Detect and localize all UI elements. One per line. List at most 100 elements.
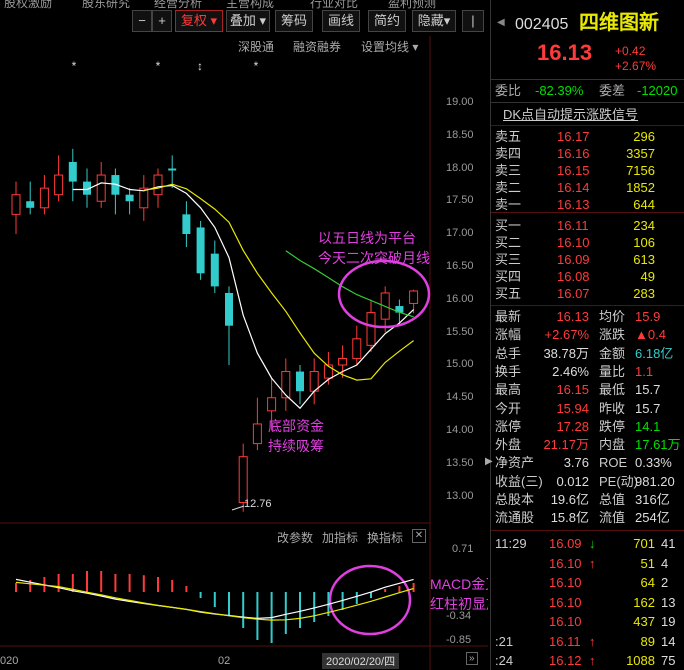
zoom-in-button[interactable]: + [152, 10, 172, 32]
price-tick-label: 16.50 [446, 260, 474, 272]
sell-price: 16.15 [557, 163, 590, 178]
close-icon[interactable]: ✕ [412, 529, 426, 543]
stats-row: 今开 15.94 昨收 15.7 [491, 400, 684, 418]
buy-volume: 613 [633, 252, 655, 267]
buy-label: 买四 [495, 269, 522, 284]
tick-count: 75 [661, 653, 676, 668]
stat-value: +2.67% [544, 327, 589, 343]
stats-row: 最新 16.13 均价 15.9 [491, 308, 684, 326]
current-price: 16.13 [537, 40, 593, 65]
tick-price: 16.09 [549, 536, 582, 551]
price-tick-label: 14.00 [446, 424, 474, 436]
buy-price: 16.11 [557, 218, 589, 233]
tick-row: 16.10 162 13 [491, 594, 684, 612]
stat-label: 总手 [495, 345, 522, 361]
fuquan-dropdown[interactable]: 复权 ▾ [175, 10, 223, 32]
price-tick-label: 19.00 [446, 96, 474, 108]
tick-price: 16.12 [549, 653, 582, 668]
stat-value: 2.46% [552, 363, 589, 379]
huaxian-button[interactable]: 画线 [322, 10, 360, 32]
tick-price: 16.10 [549, 594, 582, 610]
candle-body [238, 456, 248, 504]
stats-row: 外盘 21.17万 内盘 17.61万 [491, 436, 684, 454]
tick-volume: 701 [633, 536, 655, 551]
candle-body [252, 423, 262, 445]
candle-body [125, 194, 134, 202]
stat-label: 均价 [599, 309, 626, 324]
stat-label: 收益(三) [495, 473, 543, 489]
jianyue-button[interactable]: 简约 [368, 10, 406, 32]
stat-value: 17.61万 [635, 437, 681, 453]
kline-canvas[interactable]: * * ↕ * [0, 36, 488, 670]
zoom-out-button[interactable]: − [132, 10, 152, 32]
stats-row: 总手 38.78万 金额 6.18亿 [491, 345, 684, 363]
stat-value: 981.20 [635, 473, 675, 489]
buy-price: 16.07 [557, 286, 590, 301]
diejia-dropdown[interactable]: 叠加 ▾ [226, 10, 270, 32]
tick-row: 11:29 16.09 ↓ 701 41 [491, 535, 684, 553]
stats-row: 换手 2.46% 量比 1.1 [491, 363, 684, 381]
gaicanshu-button[interactable]: 改参数 [277, 529, 313, 546]
weibi-label: 委比 [495, 83, 522, 98]
tick-price: 16.11 [549, 633, 581, 649]
stat-value: 1.1 [635, 363, 654, 379]
tick-count: 19 [661, 614, 676, 629]
buy-row: 买三 16.09 613 [491, 251, 684, 269]
expand-arrow-icon[interactable]: ▶ [485, 456, 493, 467]
stat-label: 换手 [495, 363, 522, 379]
collapse-panel-button[interactable]: | [462, 10, 484, 32]
stat-label: 涨幅 [495, 327, 522, 343]
stat-label: 今开 [495, 400, 522, 416]
tab-0[interactable]: 股权激励 [4, 0, 52, 11]
stat-label: 流通股 [495, 510, 535, 526]
sell-volume: 3357 [626, 146, 655, 161]
sell-price: 16.14 [557, 180, 590, 195]
price-tick-label: 16.00 [446, 292, 474, 305]
diejia-label: 叠加 [229, 13, 256, 28]
tick-arrow-icon: ↑ [589, 633, 596, 649]
buy-price: 16.08 [557, 269, 590, 284]
candle-body [352, 338, 362, 359]
candle-body [168, 168, 177, 171]
chouma-button[interactable]: 筹码 [275, 10, 313, 32]
back-icon[interactable]: ◀ [497, 14, 505, 32]
candle-body [96, 174, 106, 202]
candle-body [267, 397, 277, 412]
tick-row: 16.10 437 19 [491, 613, 684, 631]
stat-value: 15.9 [635, 309, 661, 324]
candle-body [11, 194, 21, 215]
fast-forward-icon[interactable]: » [466, 652, 478, 665]
candle-body [225, 292, 233, 326]
yincang-dropdown[interactable]: 隐藏▾ [412, 10, 456, 32]
stat-label: 量比 [599, 363, 626, 379]
jiazhibiao-button[interactable]: 加指标 [322, 529, 358, 546]
event-marker-icon: * [72, 59, 77, 73]
sell-label: 卖四 [495, 146, 522, 161]
tick-price: 16.10 [549, 555, 582, 571]
stat-value: 38.78万 [543, 345, 589, 361]
huanzhibiao-button[interactable]: 换指标 [367, 529, 403, 546]
stat-label: 外盘 [495, 437, 522, 453]
price-tick-label: 18.00 [446, 161, 474, 174]
sell-volume: 1852 [626, 180, 655, 195]
tick-arrow-icon: ↑ [589, 555, 596, 571]
low-pointer [231, 505, 245, 511]
annotation-bottom-l1: 底部资金 [268, 418, 324, 434]
buy-volume: 49 [640, 269, 655, 284]
stock-header: ◀ 002405 四维图新 [491, 13, 684, 38]
candle-body [296, 371, 304, 392]
tab-1[interactable]: 股东研究 [82, 0, 130, 11]
ma5-line [72, 182, 415, 410]
kline-chart: 深股通 融资融券 设置均线 ▾ * * ↕ * 19.00 18.50 18.00 17.5… [0, 36, 488, 670]
stats-row: 净资产 3.76 ROE 0.33% [491, 454, 684, 472]
sell-row: 卖三 16.15 7156 [491, 162, 684, 180]
stat-value: 3.76 [563, 455, 589, 471]
sell-row: 卖四 16.16 3357 [491, 145, 684, 163]
sell-row: 卖五 16.17 296 [491, 128, 684, 146]
stat-label: 总股本 [495, 492, 535, 507]
buy-row: 买一 16.11 234 [491, 217, 684, 235]
weibi-row: 委比 -82.39% 委差 -12020 [491, 82, 684, 100]
tick-arrow-icon: ↑ [589, 653, 596, 668]
dk-signal[interactable]: DK点自动提示涨跌信号 [491, 106, 684, 124]
x-axis-left: 020 [0, 655, 19, 667]
